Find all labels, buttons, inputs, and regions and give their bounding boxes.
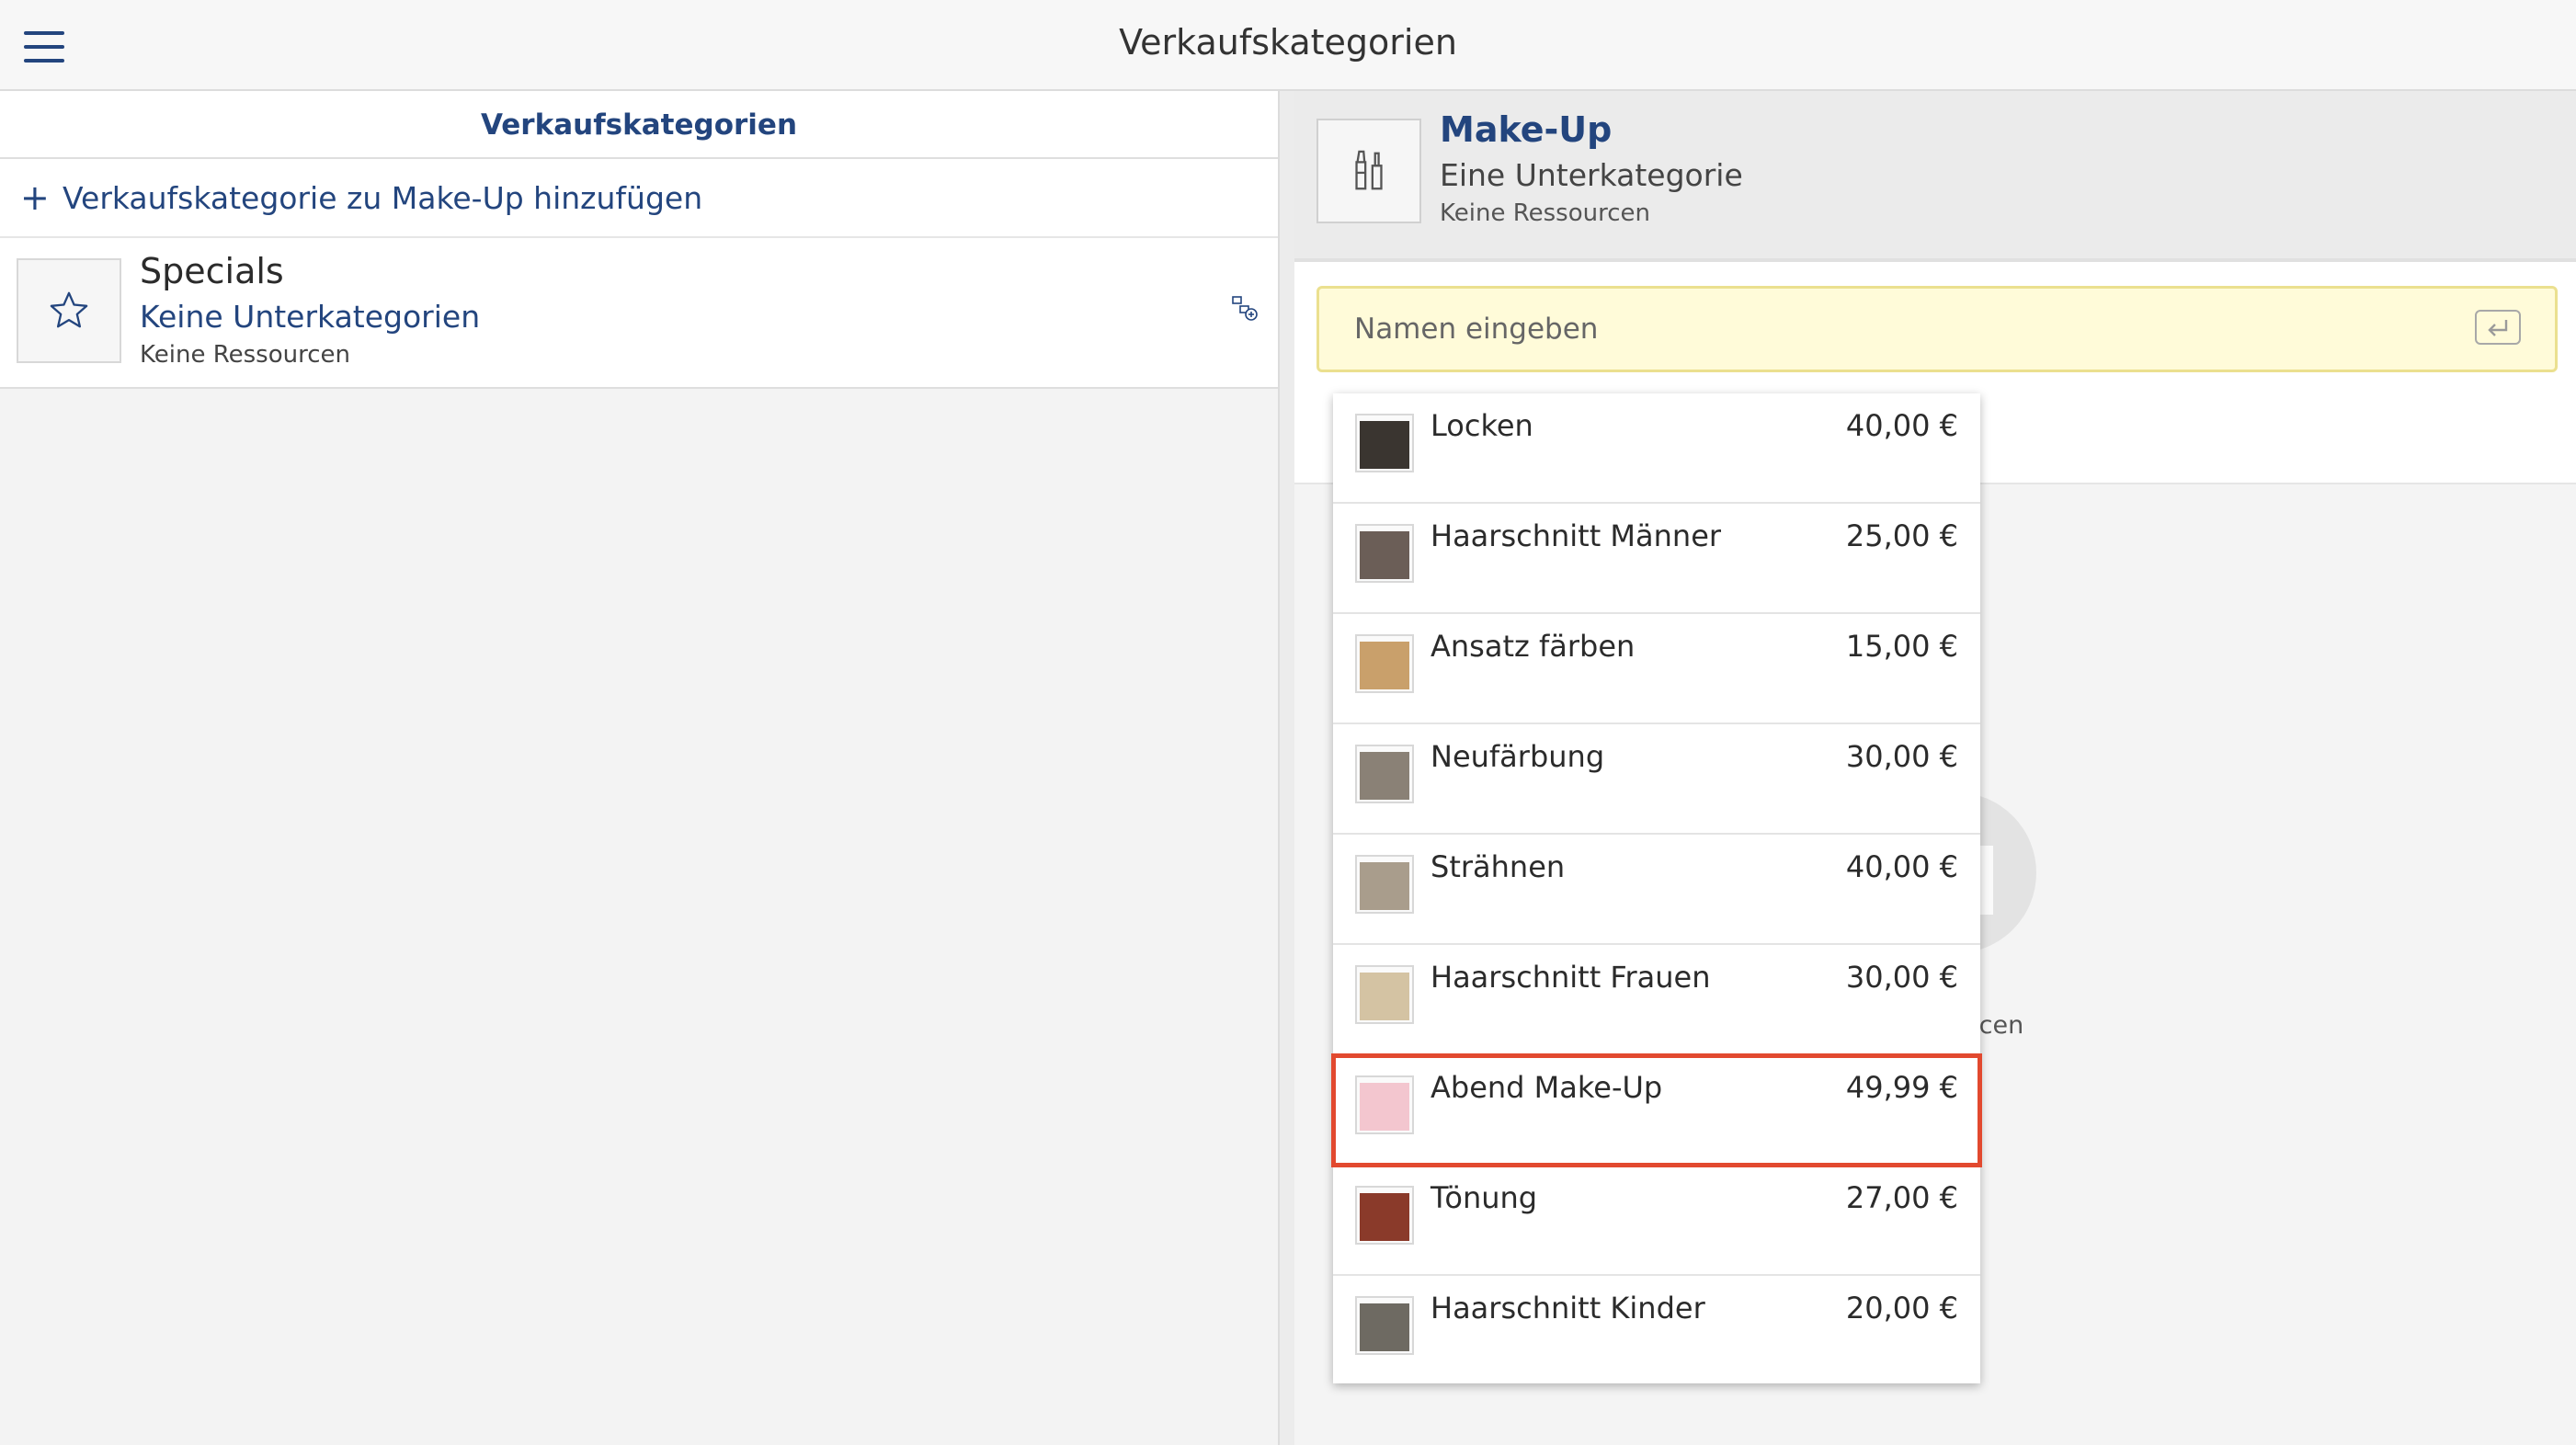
enter-icon[interactable] <box>2475 310 2521 345</box>
category-icon-box <box>1316 119 1421 223</box>
item-name: Haarschnitt Kinder <box>1430 1291 1705 1326</box>
dropdown-item[interactable]: Locken 40,00 € <box>1333 393 1980 504</box>
page-title: Verkaufskategorien <box>1119 22 1457 63</box>
add-category-label: Verkaufskategorie zu Make-Up hinzufügen <box>63 179 703 216</box>
top-bar: Verkaufskategorien <box>0 0 2576 91</box>
item-thumbnail <box>1355 1075 1414 1134</box>
category-title: Make-Up <box>1440 109 1613 150</box>
item-price: 40,00 € <box>1845 849 1958 884</box>
service-dropdown: Locken 40,00 € Haarschnitt Männer 25,00 … <box>1331 393 1982 1386</box>
item-thumbnail <box>1355 965 1414 1024</box>
star-icon <box>50 291 88 328</box>
plus-icon: + <box>20 177 50 218</box>
category-icon-box <box>17 258 121 363</box>
dropdown-item[interactable]: Strähnen 40,00 € <box>1333 835 1980 945</box>
item-price: 30,00 € <box>1845 739 1958 774</box>
item-price: 27,00 € <box>1845 1180 1958 1215</box>
item-thumbnail <box>1355 414 1414 472</box>
dropdown-item[interactable]: Ansatz färben 15,00 € <box>1333 614 1980 724</box>
category-name: Specials <box>140 251 284 291</box>
dropdown-item[interactable]: Haarschnitt Kinder 20,00 € <box>1333 1276 1980 1386</box>
assign-category-icon[interactable] <box>1230 293 1260 323</box>
item-name: Abend Make-Up <box>1430 1070 1663 1105</box>
item-price: 40,00 € <box>1845 408 1958 443</box>
item-price: 20,00 € <box>1845 1291 1958 1326</box>
item-thumbnail <box>1355 524 1414 583</box>
category-header: Make-Up Eine Unterkategorie Keine Ressou… <box>1294 91 2576 262</box>
item-price: 15,00 € <box>1845 629 1958 664</box>
dropdown-item[interactable]: Tönung 27,00 € <box>1333 1166 1980 1276</box>
panel-title: Verkaufskategorien <box>0 91 1278 159</box>
item-name: Haarschnitt Männer <box>1430 518 1722 553</box>
item-name: Tönung <box>1430 1180 1538 1215</box>
item-name: Neufärbung <box>1430 739 1605 774</box>
dropdown-item[interactable]: Haarschnitt Männer 25,00 € <box>1333 504 1980 614</box>
category-resources: Keine Ressourcen <box>1440 199 1650 227</box>
item-price: 49,99 € <box>1845 1070 1958 1105</box>
item-price: 30,00 € <box>1845 960 1958 995</box>
item-name: Locken <box>1430 408 1533 443</box>
category-subcategories[interactable]: Keine Unterkategorien <box>140 299 480 335</box>
item-thumbnail <box>1355 1296 1414 1355</box>
dropdown-item-selected[interactable]: Abend Make-Up 49,99 € <box>1331 1053 1982 1167</box>
category-resources: Keine Ressourcen <box>140 341 350 369</box>
makeup-brush-icon <box>1355 150 1383 190</box>
item-thumbnail <box>1355 745 1414 803</box>
item-thumbnail <box>1355 855 1414 914</box>
item-name: Strähnen <box>1430 849 1566 884</box>
dropdown-item[interactable]: Haarschnitt Frauen 30,00 € <box>1333 945 1980 1055</box>
categories-panel: Verkaufskategorien + Verkaufskategorie z… <box>0 91 1278 1445</box>
item-thumbnail <box>1355 1186 1414 1245</box>
item-thumbnail <box>1355 634 1414 693</box>
dropdown-item[interactable]: Neufärbung 30,00 € <box>1333 724 1980 835</box>
add-category-button[interactable]: + Verkaufskategorie zu Make-Up hinzufüge… <box>0 159 1278 238</box>
category-row-specials[interactable]: Specials Keine Unterkategorien Keine Res… <box>0 238 1278 389</box>
panel-divider[interactable] <box>1278 91 1294 1445</box>
item-name: Ansatz färben <box>1430 629 1636 664</box>
name-search-input[interactable] <box>1316 286 2558 372</box>
item-name: Haarschnitt Frauen <box>1430 960 1711 995</box>
item-price: 25,00 € <box>1845 518 1958 553</box>
category-subcategories: Eine Unterkategorie <box>1440 157 1743 193</box>
